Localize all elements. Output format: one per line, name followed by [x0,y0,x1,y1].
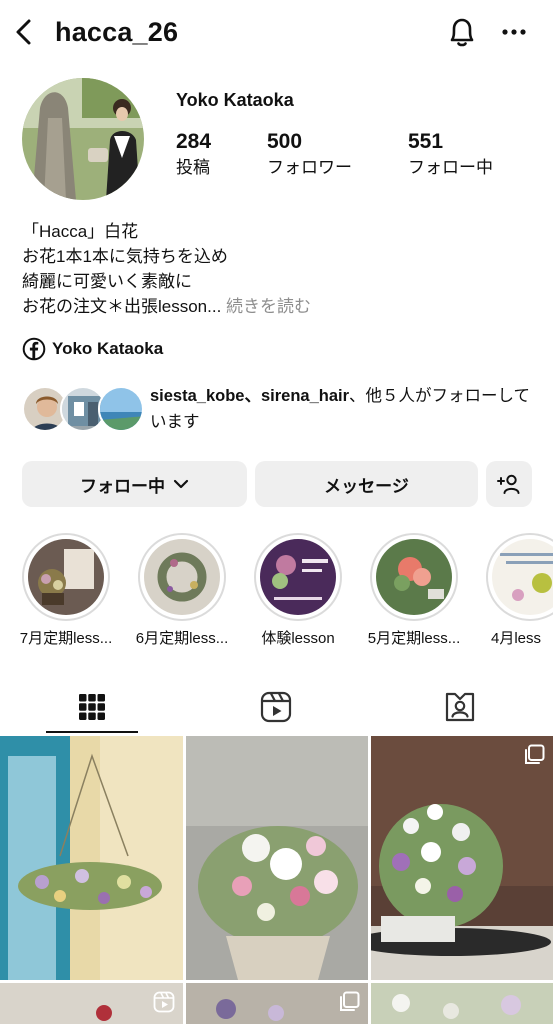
active-tab-indicator [46,731,138,733]
tagged-person-icon [445,692,475,722]
more-dots-icon [502,29,526,35]
following-count-value: 551 [408,130,444,153]
highlight-label: 6月定期less... [135,630,229,647]
post-image [0,736,183,980]
post-thumbnail[interactable] [186,983,368,1024]
profile-photo [22,78,144,200]
following-button-label: フォロー中 [80,476,165,496]
facebook-link[interactable]: Yoko Kataoka [22,336,163,362]
mutual-names: siesta_kobe、sirena_hair [150,387,350,405]
tab-tagged[interactable] [368,680,552,734]
post-thumbnail[interactable] [0,983,183,1024]
highlight-label: 5月定期less... [367,630,461,647]
followers-count-label: フォロワー [267,158,352,177]
profile-avatar[interactable] [22,78,144,200]
add-user-icon [497,474,520,494]
bell-icon [450,18,474,47]
posts-count-value: 284 [176,130,212,153]
highlight-ring [370,533,458,621]
story-highlight[interactable]: 6月定期less... [127,533,237,648]
bio-more-link[interactable]: 続きを読む [226,297,311,316]
reels-badge-icon [153,991,175,1013]
post-image [371,983,553,1024]
followers-count[interactable]: 500 フォロワー [267,130,352,179]
followers-count-value: 500 [267,130,303,153]
post-thumbnail[interactable] [371,983,553,1024]
bio-line: 「Hacca」白花 [22,222,139,241]
highlight-thumbnail [492,539,553,615]
highlight-thumbnail [28,539,104,615]
following-count-label: フォロー中 [408,158,493,177]
back-button[interactable] [8,14,40,50]
facebook-name: Yoko Kataoka [52,339,164,358]
following-count[interactable]: 551 フォロー中 [408,130,493,179]
highlight-thumbnail [144,539,220,615]
story-highlight[interactable]: 体験lesson [243,533,353,648]
highlight-label: 体験lesson [261,630,335,647]
posts-count[interactable]: 284 投稿 [176,130,211,179]
bio-line: 綺麗に可愛いく素敵に [22,272,192,291]
carousel-icon [340,991,360,1011]
suggested-users-button[interactable] [486,461,532,507]
profile-bio: 「Hacca」白花 お花1本1本に気持ちを込め 綺麗に可愛いく素敵に お花の注文… [22,219,542,319]
post-thumbnail[interactable] [186,736,368,980]
post-thumbnail[interactable] [0,736,183,980]
highlight-label: 7月定期less... [19,630,113,647]
post-image [186,736,368,980]
mutual-followers-avatars[interactable] [22,386,144,434]
posts-count-label: 投稿 [176,158,210,177]
more-options-button[interactable] [496,12,532,52]
highlight-thumbnail [260,539,336,615]
story-highlight[interactable]: 7月定期less... [11,533,121,648]
post-image [371,736,553,980]
message-button-label: メッセージ [324,476,409,496]
highlight-ring [22,533,110,621]
tab-reels[interactable] [184,680,368,734]
chevron-left-icon [16,19,31,45]
mutual-avatar [98,386,144,432]
grid-icon [79,694,105,720]
post-thumbnail[interactable] [371,736,553,980]
reels-icon [260,691,292,723]
highlight-ring [138,533,226,621]
profile-username: hacca_26 [55,17,179,47]
highlight-ring [254,533,342,621]
bio-line: お花1本1本に気持ちを込め [22,247,228,266]
chevron-down-icon [173,479,189,489]
notifications-button[interactable] [442,12,482,52]
story-highlight[interactable]: 5月定期less... [359,533,469,648]
tab-posts-grid[interactable] [0,680,184,734]
highlight-ring [486,533,553,621]
highlight-thumbnail [376,539,452,615]
mutual-followers-text[interactable]: siesta_kobe、sirena_hair、他５人がフォローしています [150,383,535,435]
story-highlight[interactable]: 4月less [475,533,553,648]
bio-line-last: お花の注文＊出張lesson... 続きを読む [22,294,542,319]
bio-line: お花の注文＊出張lesson... [22,297,222,316]
following-button[interactable]: フォロー中 [22,461,247,507]
display-name: Yoko Kataoka [176,90,294,110]
message-button[interactable]: メッセージ [255,461,478,507]
facebook-icon [22,337,46,361]
highlight-label: 4月less [491,630,542,647]
carousel-icon [525,744,545,764]
